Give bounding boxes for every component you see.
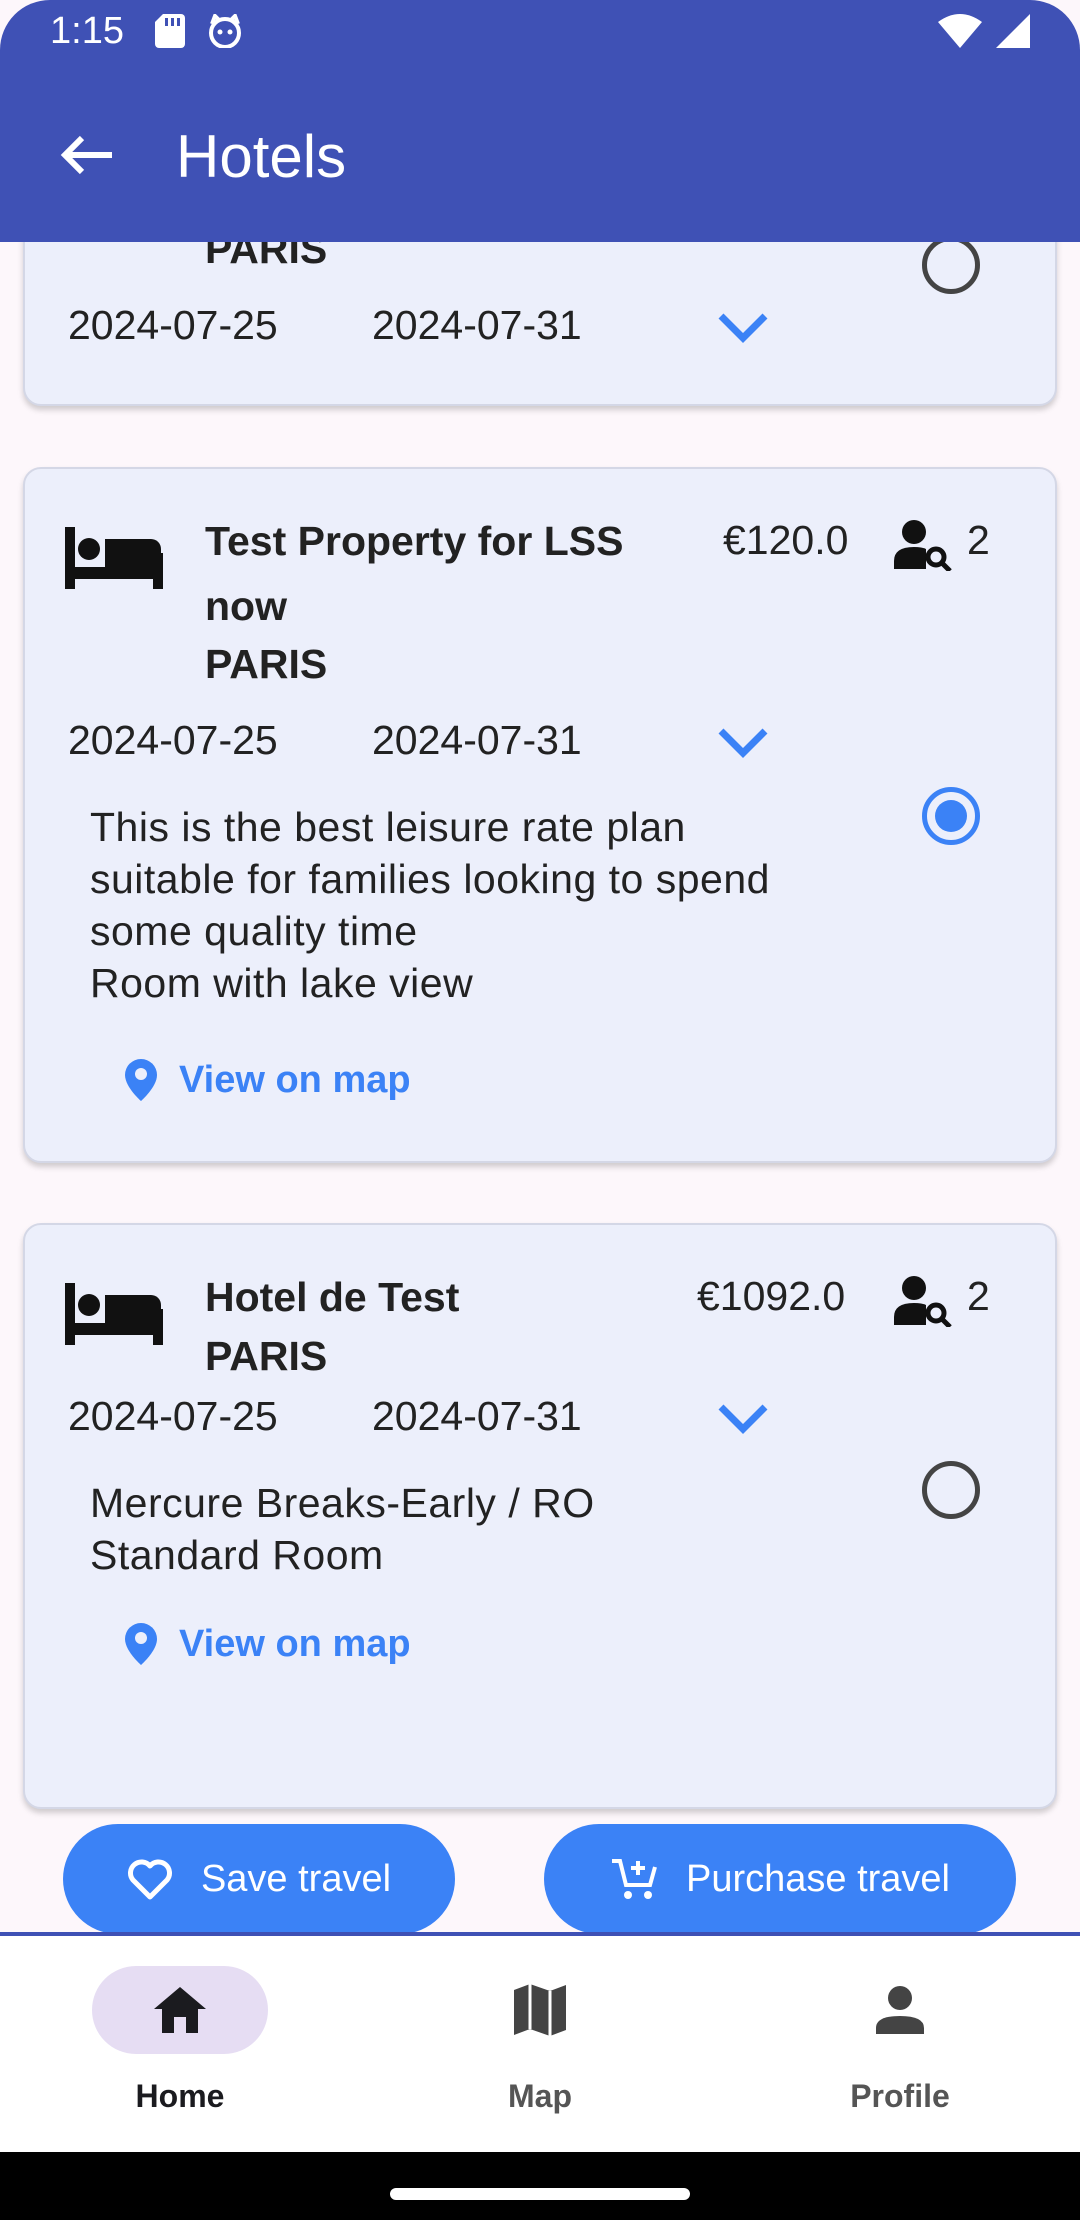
gesture-handle[interactable]: [390, 2188, 690, 2200]
nav-icon-container: [452, 1966, 628, 2054]
check-out-date: 2024-07-31: [372, 717, 582, 763]
hotel-select-radio[interactable]: [922, 1461, 980, 1519]
hotel-card[interactable]: Test Property for LSS now PARIS €120.0 2…: [23, 467, 1057, 1163]
rate-description: This is the best leisure rate plan suita…: [90, 801, 770, 1009]
save-travel-button[interactable]: Save travel: [63, 1824, 455, 1934]
hotel-select-radio[interactable]: [922, 787, 980, 845]
hotel-list[interactable]: PARIS 2024-07-25 2024-07-31 Test Propert…: [0, 242, 1080, 1934]
rate-description: Mercure Breaks-Early / RO Standard Room: [90, 1477, 595, 1581]
hotel-city: PARIS: [205, 641, 328, 687]
nav-item-profile[interactable]: Profile: [720, 1936, 1080, 2152]
description-line: Standard Room: [90, 1532, 384, 1578]
cat-face-icon: [209, 14, 241, 48]
wifi-icon: [938, 14, 982, 48]
hotel-city: PARIS: [205, 1333, 328, 1379]
nav-label-home: Home: [135, 2078, 225, 2114]
hotel-city: PARIS: [205, 242, 328, 272]
hotel-select-radio[interactable]: [922, 242, 980, 294]
home-icon: [154, 1987, 206, 2033]
hotel-price: €1092.0: [697, 1273, 846, 1319]
view-on-map-link[interactable]: View on map: [125, 1055, 411, 1105]
hotel-name: Hotel de Test: [205, 1274, 460, 1320]
signal-icon: [996, 14, 1030, 48]
bed-icon: [65, 527, 163, 589]
check-out-date: 2024-07-31: [372, 302, 582, 348]
check-out-date: 2024-07-31: [372, 1393, 582, 1439]
heart-outline-icon: [127, 1859, 172, 1900]
nav-label-map: Map: [508, 2078, 572, 2114]
description-line: Mercure Breaks-Early / RO: [90, 1480, 595, 1526]
status-left-icons: [155, 14, 243, 48]
purchase-travel-button[interactable]: Purchase travel: [544, 1824, 1016, 1934]
location-pin-icon: [125, 1623, 157, 1665]
check-in-date: 2024-07-25: [68, 302, 278, 348]
hotel-card[interactable]: Hotel de Test PARIS €1092.0 2 2024-07-25…: [23, 1223, 1057, 1809]
check-in-date: 2024-07-25: [68, 1393, 278, 1439]
bottom-navigation: Home Map Profile: [0, 1936, 1080, 2152]
guest-count: 2: [967, 517, 990, 563]
nav-item-home[interactable]: Home: [0, 1936, 360, 2152]
nav-label-profile: Profile: [850, 2078, 950, 2114]
guests-icon: [894, 1276, 952, 1327]
expand-chevron-icon[interactable]: [715, 1401, 771, 1437]
view-on-map-label: View on map: [179, 1058, 411, 1101]
expand-chevron-icon[interactable]: [715, 725, 771, 761]
hotel-card[interactable]: PARIS 2024-07-25 2024-07-31: [23, 242, 1057, 406]
nav-active-indicator: [92, 1966, 268, 2054]
back-arrow-icon: [60, 135, 112, 175]
bed-icon: [65, 1283, 163, 1345]
system-navigation-area: [0, 2152, 1080, 2220]
status-right-icons: [938, 14, 1030, 48]
add-shopping-cart-icon: [611, 1859, 657, 1899]
description-line: This is the best leisure rate plan: [90, 804, 686, 850]
guests-icon: [894, 520, 952, 571]
purchase-travel-label: Purchase travel: [685, 1857, 950, 1900]
save-travel-label: Save travel: [200, 1857, 392, 1900]
location-pin-icon: [125, 1059, 157, 1101]
description-line: Room with lake view: [90, 960, 474, 1006]
guest-count: 2: [967, 1273, 990, 1319]
nav-icon-container: [812, 1966, 988, 2054]
description-line: some quality time: [90, 908, 418, 954]
view-on-map-link[interactable]: View on map: [125, 1619, 411, 1669]
page-title: Hotels: [176, 123, 347, 190]
sd-card-icon: [155, 14, 185, 48]
hotel-name: Test Property for LSS: [205, 518, 624, 564]
back-button[interactable]: [52, 120, 122, 190]
nav-item-map[interactable]: Map: [360, 1936, 720, 2152]
status-time: 1:15: [50, 10, 124, 52]
expand-chevron-icon[interactable]: [715, 310, 771, 346]
description-line: suitable for families looking to spend: [90, 856, 770, 902]
map-icon: [514, 1984, 566, 2036]
check-in-date: 2024-07-25: [68, 717, 278, 763]
hotel-name-continued: now: [205, 583, 287, 629]
hotel-price: €120.0: [723, 517, 849, 563]
top-app-bar: 1:15 Hotels: [0, 0, 1080, 242]
view-on-map-label: View on map: [179, 1622, 411, 1665]
person-icon: [876, 1986, 924, 2034]
